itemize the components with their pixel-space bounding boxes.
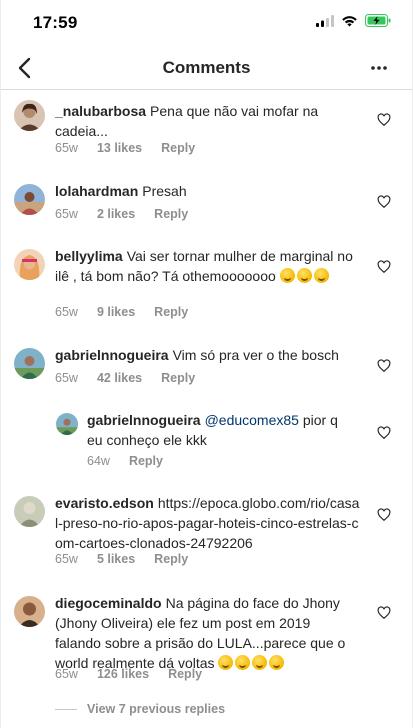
divider — [55, 708, 77, 710]
comment-time: 65w — [55, 141, 78, 155]
heart-icon[interactable] — [377, 359, 391, 373]
comment-meta: 65w 42 likes Reply — [55, 371, 214, 385]
rofl-emoji-icon — [296, 268, 312, 283]
comment-username[interactable]: gabrielnnogueira — [55, 347, 169, 363]
comment-likes[interactable]: 9 likes — [97, 305, 135, 319]
rofl-emoji-icon — [252, 655, 268, 670]
view-previous-replies-label: View 7 previous replies — [87, 702, 226, 716]
comment-time: 65w — [55, 305, 78, 319]
status-icons — [316, 14, 391, 27]
rofl-emoji-icon — [279, 268, 295, 283]
comment-text: _nalubarbosa Pena que não vai mofar na ca… — [55, 101, 355, 141]
heart-icon[interactable] — [377, 113, 391, 127]
mention-link[interactable]: @educomex85 — [205, 412, 299, 428]
comment-time: 65w — [55, 371, 78, 385]
comment-item: bellyylima Vai ser tornar mulher de margi… — [0, 246, 413, 326]
wifi-icon — [342, 15, 357, 26]
comment-meta: 65w 9 likes Reply — [55, 305, 207, 319]
comment-likes[interactable]: 13 likes — [97, 141, 142, 155]
avatar[interactable] — [14, 249, 45, 280]
rofl-emoji-icon — [269, 655, 285, 670]
comment-text: bellyylima Vai ser tornar mulher de margi… — [55, 246, 355, 286]
rofl-emoji-icon — [235, 655, 251, 670]
reply-button[interactable]: Reply — [154, 552, 188, 566]
reply-button[interactable]: Reply — [168, 667, 202, 681]
reply-item: gabrielnnogueira @educomex85 pior q eu co… — [0, 410, 413, 470]
view-previous-replies-button[interactable]: View 7 previous replies — [55, 702, 225, 716]
avatar[interactable] — [14, 348, 45, 379]
nav-bar: Comments — [0, 46, 413, 90]
comment-item: gabrielnnogueira Vim só pra ver o the bos… — [0, 345, 413, 395]
heart-icon[interactable] — [377, 260, 391, 274]
comment-time: 65w — [55, 552, 78, 566]
status-time: 17:59 — [33, 13, 78, 32]
comment-likes[interactable]: 2 likes — [97, 207, 135, 221]
heart-icon[interactable] — [377, 426, 391, 440]
reply-button[interactable]: Reply — [154, 207, 188, 221]
comment-body: Vim só pra ver o the bosch — [172, 347, 339, 363]
rofl-emoji-icon — [313, 268, 329, 283]
avatar[interactable] — [56, 413, 78, 435]
comment-text: lolahardman Presah — [55, 181, 355, 201]
comment-text: gabrielnnogueira @educomex85 pior q eu co… — [87, 410, 357, 450]
status-bar: 17:59 — [0, 0, 413, 46]
avatar[interactable] — [14, 100, 45, 131]
comment-username[interactable]: evaristo.edson — [55, 495, 154, 511]
comment-item: diegoceminaldo Na página do face do Jhony… — [0, 593, 413, 688]
comment-item: _nalubarbosa Pena que não vai mofar na ca… — [0, 96, 413, 166]
more-options-button[interactable] — [367, 56, 391, 80]
comment-username[interactable]: gabrielnnogueira — [87, 412, 201, 428]
comment-time: 65w — [55, 207, 78, 221]
reply-button[interactable]: Reply — [154, 305, 188, 319]
heart-icon[interactable] — [377, 606, 391, 620]
comment-meta: 65w 126 likes Reply — [55, 667, 221, 681]
comment-text: evaristo.edson https://epoca.globo.com/ri… — [55, 493, 360, 553]
comment-meta: 64w Reply — [87, 454, 182, 468]
comment-meta: 65w 13 likes Reply — [55, 141, 214, 155]
comment-text: gabrielnnogueira Vim só pra ver o the bos… — [55, 345, 375, 365]
battery-charging-icon — [365, 14, 391, 27]
comment-username[interactable]: _nalubarbosa — [55, 103, 146, 119]
reply-button[interactable]: Reply — [129, 454, 163, 468]
avatar[interactable] — [14, 184, 45, 215]
comment-item: evaristo.edson https://epoca.globo.com/ri… — [0, 493, 413, 573]
comment-time: 64w — [87, 454, 110, 468]
comment-text: diegoceminaldo Na página do face do Jhony… — [55, 593, 360, 673]
avatar[interactable] — [14, 596, 45, 627]
reply-button[interactable]: Reply — [161, 141, 195, 155]
heart-icon[interactable] — [377, 195, 391, 209]
comment-username[interactable]: bellyylima — [55, 248, 123, 264]
avatar[interactable] — [14, 496, 45, 527]
page-title: Comments — [162, 58, 251, 77]
comment-username[interactable]: lolahardman — [55, 183, 138, 199]
comment-likes[interactable]: 126 likes — [97, 667, 149, 681]
comment-item: lolahardman Presah 65w 2 likes Reply — [0, 181, 413, 231]
heart-icon[interactable] — [377, 508, 391, 522]
comment-username[interactable]: diegoceminaldo — [55, 595, 162, 611]
comment-likes[interactable]: 42 likes — [97, 371, 142, 385]
comment-meta: 65w 2 likes Reply — [55, 207, 207, 221]
cellular-signal-icon — [316, 14, 334, 27]
comment-time: 65w — [55, 667, 78, 681]
comment-meta: 65w 5 likes Reply — [55, 552, 207, 566]
reply-button[interactable]: Reply — [161, 371, 195, 385]
comment-likes[interactable]: 5 likes — [97, 552, 135, 566]
comment-body: Presah — [142, 183, 187, 199]
more-horizontal-icon — [371, 66, 387, 70]
